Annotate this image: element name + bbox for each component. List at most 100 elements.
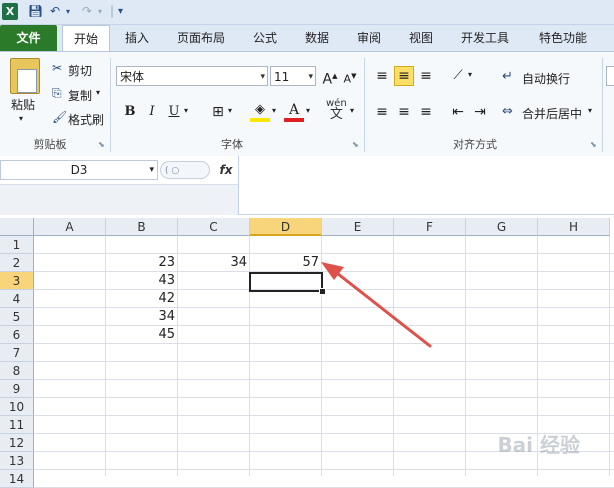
cut-icon[interactable]: ✂ — [52, 61, 62, 75]
row-header-10[interactable]: 10 — [0, 398, 34, 416]
column-header-e[interactable]: E — [322, 218, 394, 236]
worksheet-grid[interactable]: ABCDEFGH 1 2 3 4 5 6 7 8 9 10 11 12 13 14 23 34 57 43 42 3… — [0, 218, 614, 488]
increase-indent-icon[interactable]: ⇥ — [470, 102, 490, 122]
row-header-12[interactable]: 12 — [0, 434, 34, 452]
tab-review[interactable]: 审阅 — [346, 25, 392, 51]
font-launcher-icon[interactable]: ⬊ — [352, 140, 359, 149]
cell-b5[interactable]: 34 — [106, 308, 178, 326]
row-header-11[interactable]: 11 — [0, 416, 34, 434]
copy-icon[interactable]: ⎘ — [52, 86, 62, 101]
font-color-icon[interactable]: A — [284, 100, 304, 122]
copy-button[interactable]: 复制 — [68, 87, 92, 104]
phonetic-dropdown-icon[interactable]: ▾ — [350, 106, 354, 115]
cell-b2[interactable]: 23 — [106, 254, 178, 272]
column-header-g[interactable]: G — [466, 218, 538, 236]
name-box[interactable]: D3 ▾ — [0, 160, 158, 180]
row-header-2[interactable]: 2 — [0, 254, 34, 272]
align-left-icon[interactable]: ≡ — [372, 102, 392, 122]
italic-button[interactable]: I — [142, 102, 162, 122]
copy-dropdown-icon[interactable]: ▾ — [96, 88, 100, 97]
cell-b4[interactable]: 42 — [106, 290, 178, 308]
border-dropdown-icon[interactable]: ▾ — [228, 106, 232, 115]
row-header-7[interactable]: 7 — [0, 344, 34, 362]
tab-file[interactable]: 文件 — [0, 25, 57, 51]
undo-dropdown-icon[interactable]: ▾ — [66, 3, 70, 20]
align-bottom-icon[interactable]: ≡ — [416, 66, 436, 86]
row-header-8[interactable]: 8 — [0, 362, 34, 380]
column-header-d[interactable]: D — [250, 218, 322, 236]
merge-dropdown-icon[interactable]: ▾ — [588, 106, 592, 115]
redo-dropdown-icon[interactable]: ▾ — [98, 3, 102, 20]
align-middle-icon[interactable]: ≡ — [394, 66, 414, 86]
tab-page-layout[interactable]: 页面布局 — [168, 25, 234, 51]
grow-font-icon[interactable]: A▲ — [320, 66, 340, 88]
fill-color-dropdown-icon[interactable]: ▾ — [272, 106, 276, 115]
tab-formulas[interactable]: 公式 — [240, 25, 290, 51]
fill-color-icon[interactable]: ◈ — [250, 100, 270, 122]
font-name-combo[interactable]: 宋体 ▾ — [116, 66, 268, 86]
decrease-indent-icon[interactable]: ⇤ — [448, 102, 468, 122]
active-cell-d3[interactable] — [249, 272, 323, 292]
column-header-a[interactable]: A — [34, 218, 106, 236]
number-format-combo[interactable] — [606, 66, 614, 86]
paste-button[interactable]: 粘贴 — [11, 96, 35, 113]
font-size-combo[interactable]: 11 ▾ — [270, 66, 316, 86]
tab-insert[interactable]: 插入 — [112, 25, 162, 51]
align-right-icon[interactable]: ≡ — [416, 102, 436, 122]
bold-button[interactable]: B — [120, 102, 140, 122]
underline-dropdown-icon[interactable]: ▾ — [184, 106, 188, 115]
undo-icon[interactable]: ↶ — [50, 3, 60, 20]
shrink-font-icon[interactable]: A▼ — [340, 66, 360, 86]
tab-data[interactable]: 数据 — [294, 25, 340, 51]
row-header-3[interactable]: 3 — [0, 272, 34, 290]
orientation-dropdown-icon[interactable]: ▾ — [468, 70, 472, 79]
row-header-13[interactable]: 13 — [0, 452, 34, 470]
orientation-icon[interactable]: ⟋ — [448, 66, 468, 86]
wrap-text-button[interactable]: 自动换行 — [522, 70, 570, 87]
merge-center-button[interactable]: 合并后居中 — [522, 105, 582, 122]
column-header-h[interactable]: H — [538, 218, 610, 236]
paste-dropdown-icon[interactable]: ▾ — [19, 114, 23, 123]
cut-button[interactable]: 剪切 — [68, 62, 92, 79]
column-header-c[interactable]: C — [178, 218, 250, 236]
format-painter-icon[interactable]: 🖌︎ — [52, 110, 67, 124]
clipboard-launcher-icon[interactable]: ⬊ — [98, 140, 105, 149]
alignment-launcher-icon[interactable]: ⬊ — [590, 140, 597, 149]
save-icon[interactable]: 💾︎ — [28, 3, 43, 20]
wrap-text-icon[interactable]: ↵ — [502, 69, 513, 84]
tab-developer[interactable]: 开发工具 — [450, 25, 520, 51]
tab-view[interactable]: 视图 — [398, 25, 444, 51]
row-header-14[interactable]: 14 — [0, 470, 34, 488]
border-icon[interactable]: ⊞ — [208, 102, 228, 122]
underline-button[interactable]: U — [164, 102, 184, 122]
row-header-5[interactable]: 5 — [0, 308, 34, 326]
row-header-4[interactable]: 4 — [0, 290, 34, 308]
tab-special-features[interactable]: 特色功能 — [528, 25, 598, 51]
cell-b3[interactable]: 43 — [106, 272, 178, 290]
font-size-value: 11 — [274, 70, 290, 84]
ribbon-home: 粘贴 ▾ ✂ 剪切 ⎘ 复制 ▾ 🖌︎ 格式刷 剪贴板 ⬊ 宋体 ▾ 11 ▾ … — [0, 51, 614, 157]
row-header-9[interactable]: 9 — [0, 380, 34, 398]
cell-c2[interactable]: 34 — [178, 254, 250, 272]
font-color-dropdown-icon[interactable]: ▾ — [306, 106, 310, 115]
phonetic-guide-button[interactable]: wén 文 — [326, 98, 347, 121]
merge-center-icon[interactable]: ⇔ — [502, 104, 513, 119]
formula-bar-left-panel — [0, 184, 238, 215]
column-header-b[interactable]: B — [106, 218, 178, 236]
row-header-6[interactable]: 6 — [0, 326, 34, 344]
cell-b6[interactable]: 45 — [106, 326, 178, 344]
fill-handle[interactable] — [319, 288, 326, 295]
paste-icon[interactable] — [10, 58, 40, 94]
redo-icon[interactable]: ↷ — [82, 3, 92, 20]
formula-bar-resize-handle[interactable]: ( ○ — [160, 161, 210, 179]
align-top-icon[interactable]: ≡ — [372, 66, 392, 86]
select-all-corner[interactable] — [0, 218, 34, 236]
customize-toolbar-icon[interactable]: ▾ — [118, 3, 123, 20]
tab-home[interactable]: 开始 — [62, 25, 110, 52]
format-painter-button[interactable]: 格式刷 — [68, 111, 104, 128]
column-header-f[interactable]: F — [394, 218, 466, 236]
row-header-1[interactable]: 1 — [0, 236, 34, 254]
cell-d2[interactable]: 57 — [250, 254, 322, 272]
insert-function-button[interactable]: fx — [216, 160, 236, 180]
align-center-icon[interactable]: ≡ — [394, 102, 414, 122]
